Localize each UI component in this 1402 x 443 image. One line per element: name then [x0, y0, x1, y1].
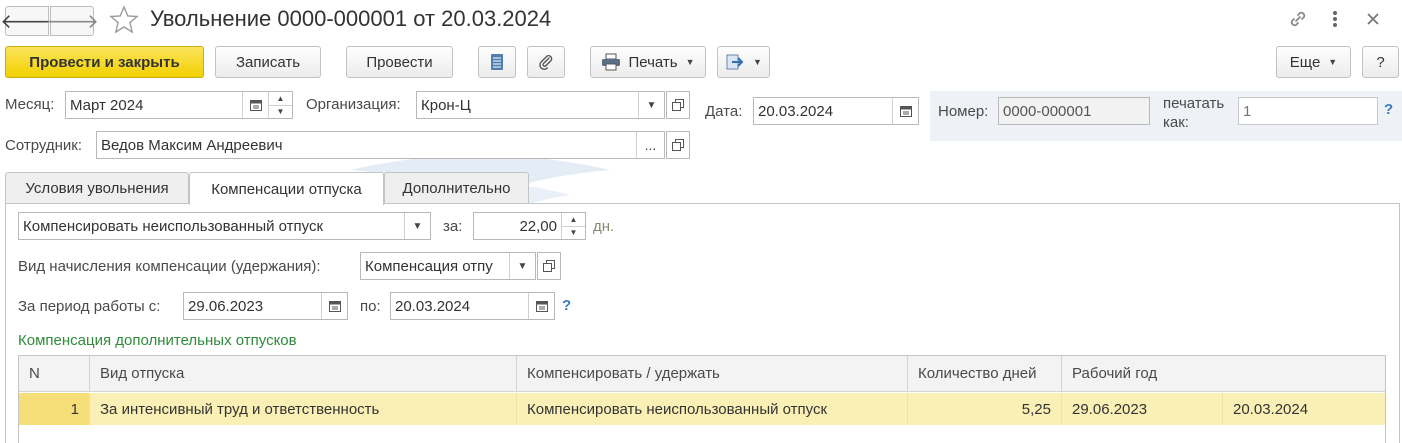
- tab-dismissal-conditions[interactable]: Условия увольнения: [5, 172, 189, 204]
- post-and-close-button[interactable]: Провести и закрыть: [5, 46, 204, 78]
- chevron-down-icon[interactable]: ▼: [509, 253, 535, 279]
- cell-work-year-start: 29.06.2023: [1062, 393, 1223, 425]
- date-value: 20.03.2024: [758, 102, 834, 120]
- attach-button[interactable]: [527, 46, 565, 78]
- tab-additional[interactable]: Дополнительно: [384, 172, 529, 204]
- calendar-icon[interactable]: [892, 98, 918, 124]
- link-icon[interactable]: [1286, 8, 1310, 30]
- column-header-compensate[interactable]: Компенсировать / удержать: [517, 356, 908, 391]
- period-help[interactable]: ?: [562, 297, 571, 314]
- period-from-label: За период работы с:: [18, 298, 161, 315]
- document-list-button[interactable]: [478, 46, 516, 78]
- organization-open-button[interactable]: [666, 91, 690, 119]
- number-label: Номер:: [938, 103, 989, 120]
- open-icon: [672, 99, 684, 111]
- additional-vacations-table[interactable]: N Вид отпуска Компенсировать / удержать …: [18, 355, 1386, 443]
- cell-work-year-end: 20.03.2024: [1233, 400, 1309, 418]
- arrow-right-icon: 🡒: [45, 10, 99, 33]
- accrual-type-label: Вид начисления компенсации (удержания):: [18, 258, 321, 275]
- accrual-type-field[interactable]: Компенсация отпу ▼: [360, 252, 536, 280]
- chevron-down-icon: ▼: [753, 57, 762, 67]
- cell-n: 1: [19, 393, 90, 425]
- tab-vacation-compensation[interactable]: Компенсации отпуска: [189, 172, 384, 205]
- days-value: 22,00: [519, 217, 557, 235]
- organization-label: Организация:: [306, 96, 401, 113]
- star-icon[interactable]: [108, 4, 140, 36]
- chevron-down-icon[interactable]: ▼: [638, 92, 664, 118]
- column-header-days[interactable]: Количество дней: [908, 356, 1062, 391]
- back-button[interactable]: 🡐: [0, 6, 54, 36]
- print-as-label-line2: как:: [1163, 114, 1189, 131]
- period-to-label: по:: [360, 298, 381, 315]
- print-as-label-line1: печатать: [1163, 95, 1225, 112]
- save-button[interactable]: Записать: [215, 46, 321, 78]
- days-field[interactable]: 22,00 ▲ ▼: [473, 212, 586, 240]
- period-from-field[interactable]: 29.06.2023: [183, 292, 348, 320]
- open-icon: [543, 260, 555, 272]
- print-label: Печать: [628, 53, 678, 71]
- period-from-value: 29.06.2023: [188, 297, 264, 315]
- date-field[interactable]: 20.03.2024: [753, 97, 919, 125]
- number-value: 0000-000001: [1003, 102, 1092, 120]
- employee-label: Сотрудник:: [5, 137, 83, 154]
- month-field[interactable]: Март 2024 ▲ ▼: [65, 91, 293, 119]
- print-as-input[interactable]: [1238, 97, 1378, 125]
- post-button[interactable]: Провести: [346, 46, 453, 78]
- accrual-type-value: Компенсация отпу: [365, 257, 493, 275]
- number-field[interactable]: 0000-000001: [998, 97, 1150, 125]
- open-icon: [672, 139, 684, 151]
- calendar-icon[interactable]: [242, 92, 268, 118]
- print-as-help[interactable]: ?: [1384, 101, 1393, 118]
- month-stepper[interactable]: ▲ ▼: [268, 92, 292, 118]
- compensation-mode-select[interactable]: Компенсировать неиспользованный отпуск ▼: [18, 212, 431, 240]
- compensation-mode-value: Компенсировать неиспользованный отпуск: [23, 217, 324, 235]
- column-header-work-year[interactable]: Рабочий год: [1062, 356, 1387, 391]
- column-header-n[interactable]: N: [19, 356, 90, 391]
- for-label: за:: [443, 218, 463, 235]
- organization-value: Крон-Ц: [421, 96, 471, 114]
- more-vertical-icon[interactable]: [1323, 8, 1347, 30]
- month-label: Месяц:: [5, 96, 55, 113]
- create-based-on-icon: [726, 54, 744, 70]
- employee-field[interactable]: Ведов Максим Андреевич ...: [96, 131, 665, 159]
- accrual-type-open-button[interactable]: [537, 252, 561, 280]
- employee-select-button[interactable]: ...: [636, 132, 664, 158]
- create-based-on-button[interactable]: ▼: [717, 46, 770, 78]
- chevron-down-icon[interactable]: ▼: [404, 213, 430, 239]
- cell-compensate: Компенсировать неиспользованный отпуск: [517, 393, 908, 425]
- list-icon: [491, 54, 503, 70]
- column-header-vacation-type[interactable]: Вид отпуска: [90, 356, 517, 391]
- employee-open-button[interactable]: [666, 131, 690, 159]
- cell-vacation-type: За интенсивный труд и ответственность: [90, 393, 517, 425]
- chevron-down-icon: ▼: [685, 57, 695, 67]
- month-value: Март 2024: [70, 96, 144, 114]
- close-icon[interactable]: [1361, 8, 1385, 30]
- period-to-value: 20.03.2024: [395, 297, 471, 315]
- calendar-icon[interactable]: [528, 293, 554, 319]
- date-label: Дата:: [705, 103, 743, 120]
- paperclip-icon: [539, 55, 553, 70]
- employee-value: Ведов Максим Андреевич: [101, 136, 283, 154]
- print-button[interactable]: Печать ▼: [590, 46, 706, 78]
- days-stepper[interactable]: ▲ ▼: [561, 213, 585, 239]
- more-label: Еще: [1289, 53, 1321, 71]
- chevron-down-icon: ▼: [1328, 57, 1338, 67]
- printer-icon: [602, 53, 621, 71]
- help-button[interactable]: ?: [1362, 46, 1399, 78]
- forward-button[interactable]: 🡒: [45, 6, 99, 36]
- calendar-icon[interactable]: [321, 293, 347, 319]
- more-button[interactable]: Еще ▼: [1276, 46, 1351, 78]
- cell-days: 5,25: [908, 393, 1062, 425]
- days-unit: дн.: [593, 218, 615, 235]
- table-row[interactable]: 1 За интенсивный труд и ответственность …: [19, 393, 1385, 425]
- additional-vacations-section-title: Компенсация дополнительных отпусков: [18, 332, 297, 349]
- organization-field[interactable]: Крон-Ц ▼: [416, 91, 665, 119]
- page-title: Увольнение 0000-000001 от 20.03.2024: [150, 6, 552, 31]
- period-to-field[interactable]: 20.03.2024: [390, 292, 555, 320]
- table-header: N Вид отпуска Компенсировать / удержать …: [19, 356, 1385, 392]
